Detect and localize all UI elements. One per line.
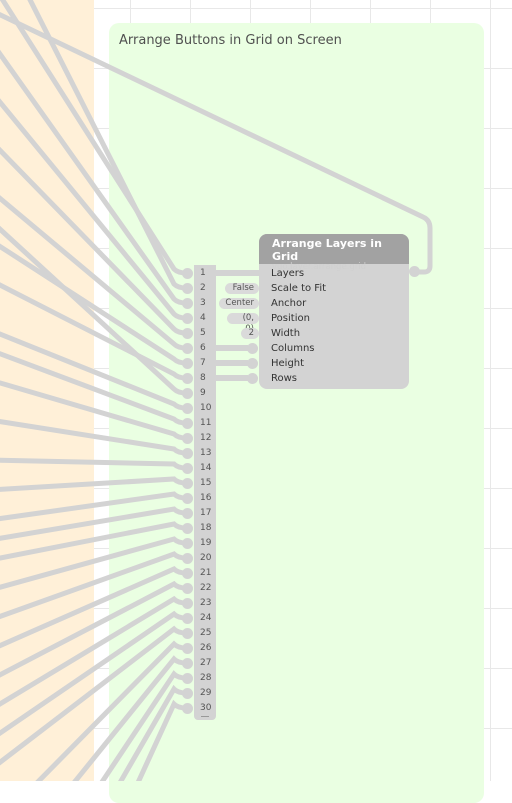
- constant-width[interactable]: 2: [241, 328, 259, 339]
- list-item-port[interactable]: [182, 388, 193, 399]
- list-item[interactable]: 29: [194, 686, 216, 701]
- list-item[interactable]: 9: [194, 386, 216, 401]
- cable-to-height[interactable]: [216, 360, 248, 366]
- list-item[interactable]: 13: [194, 446, 216, 461]
- list-item-port[interactable]: [182, 613, 193, 624]
- list-item[interactable]: 22: [194, 581, 216, 596]
- cable[interactable]: [0, 330, 189, 411]
- list-item[interactable]: 27: [194, 656, 216, 671]
- list-item-port[interactable]: [182, 283, 193, 294]
- list-item-port[interactable]: [182, 628, 193, 639]
- list-item-port[interactable]: [182, 568, 193, 579]
- list-item[interactable]: 12: [194, 431, 216, 446]
- list-item[interactable]: 14: [194, 461, 216, 476]
- list-item[interactable]: 8: [194, 371, 216, 386]
- arrange-layers-in-grid-node[interactable]: Arrange Layers in Grid vuo.layer.arrange…: [259, 234, 409, 389]
- list-item[interactable]: 23: [194, 596, 216, 611]
- cable-to-rows[interactable]: [216, 375, 248, 381]
- constant-anchor[interactable]: Center: [219, 298, 259, 309]
- input-height[interactable]: Height: [271, 356, 304, 371]
- input-width[interactable]: Width: [271, 326, 300, 341]
- list-item[interactable]: 6: [194, 341, 216, 356]
- list-item-port[interactable]: [182, 538, 193, 549]
- list-item[interactable]: 25: [194, 626, 216, 641]
- port-height[interactable]: [247, 358, 258, 369]
- cable[interactable]: [0, 457, 189, 471]
- list-item[interactable]: 5: [194, 326, 216, 341]
- input-label: Width: [271, 328, 301, 339]
- constant-scale-to-fit[interactable]: False: [225, 283, 259, 294]
- list-item[interactable]: 19: [194, 536, 216, 551]
- input-label: Rows: [271, 373, 298, 384]
- list-item-port[interactable]: [182, 658, 193, 669]
- cable-item1-to-layers[interactable]: [216, 270, 260, 276]
- list-item-port[interactable]: [182, 448, 193, 459]
- list-item[interactable]: 1: [194, 266, 216, 281]
- make-list-node[interactable]: 1 2 3 4 5 6 7 8 9 10 11 12 13 14 15 16 17 18 19 20 21 22 23 24 2…: [182, 265, 216, 720]
- cable[interactable]: [0, 476, 189, 492]
- list-item-port[interactable]: [182, 523, 193, 534]
- list-item[interactable]: 20: [194, 551, 216, 566]
- output-port-layers[interactable]: [409, 266, 420, 277]
- cable[interactable]: [0, 419, 189, 456]
- input-label: Scale to Fit: [271, 283, 327, 294]
- list-item[interactable]: 11: [194, 416, 216, 431]
- input-label: Anchor: [271, 298, 307, 309]
- list-item[interactable]: 26: [194, 641, 216, 656]
- list-item[interactable]: 15: [194, 476, 216, 491]
- input-label: Height: [271, 358, 305, 369]
- list-item-port[interactable]: [182, 688, 193, 699]
- list-item[interactable]: 24: [194, 611, 216, 626]
- list-item-port[interactable]: [182, 493, 193, 504]
- input-layers[interactable]: Layers: [271, 266, 304, 281]
- list-item-port[interactable]: [182, 373, 193, 384]
- list-item-port[interactable]: [182, 358, 193, 369]
- list-item-port[interactable]: [182, 328, 193, 339]
- input-scale-to-fit[interactable]: Scale to Fit: [271, 281, 326, 296]
- input-position[interactable]: Position: [271, 311, 310, 326]
- input-label: Position: [271, 313, 310, 324]
- list-item-port[interactable]: [182, 598, 193, 609]
- list-item[interactable]: 21: [194, 566, 216, 581]
- cables: [0, 0, 433, 781]
- list-item-port[interactable]: [182, 298, 193, 309]
- input-rows[interactable]: Rows: [271, 371, 297, 386]
- cable-to-columns[interactable]: [216, 345, 248, 351]
- input-anchor[interactable]: Anchor: [271, 296, 306, 311]
- cable[interactable]: [0, 491, 189, 522]
- list-item[interactable]: 4: [194, 311, 216, 326]
- list-item-port[interactable]: [182, 463, 193, 474]
- list-item[interactable]: 7: [194, 356, 216, 371]
- list-item-port[interactable]: [182, 673, 193, 684]
- input-label: Columns: [271, 343, 315, 354]
- port-columns[interactable]: [247, 343, 258, 354]
- list-item-port[interactable]: [182, 478, 193, 489]
- input-label: Layers: [271, 268, 305, 279]
- list-item[interactable]: 3: [194, 296, 216, 311]
- list-item-port[interactable]: [182, 343, 193, 354]
- list-item[interactable]: 17: [194, 506, 216, 521]
- list-item[interactable]: 18: [194, 521, 216, 536]
- list-item[interactable]: 30: [194, 701, 216, 716]
- list-item[interactable]: 10: [194, 401, 216, 416]
- list-item[interactable]: 16: [194, 491, 216, 506]
- list-item-port[interactable]: [182, 583, 193, 594]
- list-item-port[interactable]: [182, 313, 193, 324]
- list-item-port[interactable]: [182, 703, 193, 714]
- list-item-port[interactable]: [182, 508, 193, 519]
- constant-position[interactable]: (0, 0): [227, 313, 259, 334]
- list-item-port[interactable]: [182, 643, 193, 654]
- list-end-marker: [201, 716, 209, 717]
- list-item-port[interactable]: [182, 433, 193, 444]
- port-rows[interactable]: [247, 373, 258, 384]
- node-header[interactable]: Arrange Layers in Grid vuo.layer.arrange…: [259, 234, 409, 272]
- list-item[interactable]: 2: [194, 281, 216, 296]
- list-item[interactable]: 28: [194, 671, 216, 686]
- list-item-port[interactable]: [182, 268, 193, 279]
- input-columns[interactable]: Columns: [271, 341, 315, 356]
- list-item-port[interactable]: [182, 403, 193, 414]
- node-title: Arrange Layers in Grid: [272, 237, 382, 263]
- list-item-port[interactable]: [182, 553, 193, 564]
- list-item-port[interactable]: [182, 418, 193, 429]
